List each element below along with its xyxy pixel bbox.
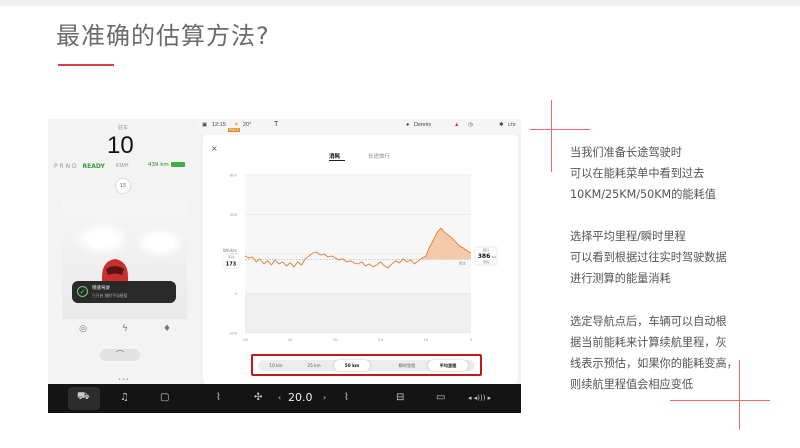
battery-icon bbox=[170, 162, 185, 167]
segment-25km[interactable]: 25 km bbox=[296, 360, 332, 371]
seat-heat-right-icon[interactable]: ⌇ bbox=[344, 392, 349, 403]
range-value: 386 bbox=[478, 253, 491, 260]
energy-dialog: × 消耗 长途旅行 600 400 200 0 -200 -50 40 30 20 10 0 Wh/k… bbox=[203, 135, 518, 384]
text-line: 可以看到根据过往实时驾驶数据 bbox=[570, 251, 727, 264]
deco-line bbox=[551, 100, 552, 172]
lock-icon[interactable]: ▣ bbox=[202, 122, 207, 128]
air-quality-badge: PM2.5 bbox=[228, 128, 241, 132]
tesla-logo-icon: T bbox=[274, 121, 279, 128]
microphone-icon[interactable]: ♦ bbox=[162, 324, 172, 334]
text-line: 选定导航点后，车辆可以自动根 bbox=[570, 315, 727, 328]
avg-value: 173 bbox=[226, 261, 237, 267]
volume-control[interactable]: ◂ ◂))) ▸ bbox=[468, 394, 491, 402]
close-button[interactable]: × bbox=[211, 144, 218, 153]
range-selector: 10 km 25 km 50 km 瞬时里程 平均里程 bbox=[258, 360, 475, 371]
defrost-icon[interactable]: ⊟ bbox=[396, 392, 404, 403]
tire-icon[interactable]: ◎ bbox=[78, 324, 88, 334]
title-underline bbox=[58, 64, 114, 66]
clock-time: 12:15 bbox=[212, 122, 226, 128]
toast-body: 已开启 随时手动接管 bbox=[92, 293, 128, 298]
x-tick-label: 10 bbox=[423, 337, 428, 342]
seat-heat-icon[interactable]: ⌇ bbox=[216, 392, 221, 403]
park-label: 驻车 bbox=[118, 125, 129, 131]
text-line: 线表示预估，如果你的能耗变高， bbox=[570, 357, 738, 370]
avg-label: 平均 bbox=[228, 254, 235, 259]
y-axis-label: Wh/km bbox=[223, 248, 237, 253]
deco-line bbox=[530, 129, 590, 130]
user-icon[interactable]: ● bbox=[406, 122, 409, 128]
alarm-icon[interactable]: ◷ bbox=[468, 122, 473, 128]
top-divider bbox=[0, 0, 800, 6]
bluetooth-icon[interactable]: ✱ bbox=[499, 122, 504, 128]
app-icon[interactable]: ▢ bbox=[160, 392, 169, 403]
temp-left-arrow[interactable]: ‹ bbox=[278, 393, 281, 402]
battery-range: 439 km bbox=[148, 162, 169, 168]
gear-selector: P R N D READY bbox=[54, 163, 105, 170]
warning-icon[interactable]: ▲ bbox=[454, 122, 459, 128]
tab-trip[interactable]: 长途旅行 bbox=[368, 152, 390, 160]
speed-limit-badge: 15 bbox=[115, 178, 131, 194]
y-tick-label: 0 bbox=[235, 291, 238, 296]
baseline-label: 额定 bbox=[459, 260, 467, 265]
consumption-chart: 6004002000-200-50 40 30 20 10 0Wh/km额定平均173预计… bbox=[222, 173, 498, 342]
text-line: 则续航里程值会相应变低 bbox=[570, 378, 694, 391]
y-tick-label: 400 bbox=[230, 212, 238, 217]
gear-letters: P R N D bbox=[54, 163, 77, 170]
x-tick-label: 0 bbox=[470, 337, 473, 342]
paragraph-2: 选择平均里程/瞬时里程 可以看到根据过往实时驾驶数据 进行测算的能量消耗 bbox=[570, 226, 727, 289]
ready-indicator: READY bbox=[82, 163, 105, 170]
text-line: 进行测算的能量消耗 bbox=[570, 272, 671, 285]
y-tick-label: -200 bbox=[228, 331, 237, 336]
battery-indicator: 439 km bbox=[148, 162, 194, 170]
x-tick-label: 30 bbox=[333, 337, 338, 342]
rear-defrost-icon[interactable]: ▭ bbox=[436, 392, 445, 403]
car-icon[interactable]: ⛟ bbox=[77, 391, 90, 404]
x-tick-label: 20 bbox=[378, 337, 383, 342]
outside-temperature: 20° bbox=[243, 122, 252, 128]
text-line: 10KM/25KM/50KM的能耗值 bbox=[570, 188, 716, 201]
segment-10km[interactable]: 10 km bbox=[258, 360, 294, 371]
text-line: 可以在能耗菜单中看到过去 bbox=[570, 167, 705, 180]
autopilot-toast: ✓ 稍速驾驶 已开启 随时手动接管 bbox=[72, 281, 176, 303]
car-panel: 驻车 10 P R N D READY KM/H 439 km 15 ✓ 稍速驾… bbox=[48, 119, 198, 384]
music-icon[interactable]: ♫ bbox=[120, 392, 129, 403]
segment-50km[interactable]: 50 km bbox=[334, 360, 370, 371]
deco-line bbox=[739, 360, 740, 430]
text-line: 当我们准备长途驾驶时 bbox=[570, 146, 682, 159]
status-bar: ▣ 12:15 ☀ 20° PM2.5 T ● Dennis ▲ ◷ ✱ LTE bbox=[198, 119, 521, 135]
segment-average[interactable]: 平均里程 bbox=[428, 360, 468, 371]
paragraph-3: 选定导航点后，车辆可以自动根 据当前能耗来计算续航里程，灰 线表示预估，如果你的… bbox=[570, 311, 738, 395]
range-unit: km bbox=[492, 255, 497, 259]
y-tick-label: 600 bbox=[230, 173, 238, 178]
taskbar: ⛟ ♫ ▢ ⌇ ✣ ‹ 20.0 › ⌇ ⊟ ▭ ◂ ◂))) ▸ bbox=[48, 384, 521, 413]
check-icon: ✓ bbox=[77, 286, 88, 297]
page-dots: ••• bbox=[118, 377, 130, 383]
temp-right-arrow[interactable]: › bbox=[323, 393, 326, 402]
segment-instant[interactable]: 瞬时里程 bbox=[388, 360, 426, 371]
wiper-button[interactable]: ⌒ bbox=[100, 349, 140, 361]
headlight-glow bbox=[134, 227, 186, 259]
tab-consumption[interactable]: 消耗 bbox=[329, 152, 340, 160]
fan-icon[interactable]: ✣ bbox=[254, 392, 262, 403]
toast-title: 稍速驾驶 bbox=[92, 286, 110, 291]
speed-value: 10 bbox=[107, 132, 134, 159]
lte-label: LTE bbox=[508, 122, 516, 127]
x-tick-label: 40 bbox=[288, 337, 293, 342]
text-line: 选择平均里程/瞬时里程 bbox=[570, 230, 686, 243]
text-line: 据当前能耗来计算续航里程，灰 bbox=[570, 336, 727, 349]
user-name[interactable]: Dennis bbox=[414, 122, 431, 128]
tab-underline bbox=[329, 160, 345, 161]
range-selector-frame: 10 km 25 km 50 km 瞬时里程 平均里程 bbox=[251, 354, 482, 376]
deco-line bbox=[670, 400, 770, 401]
paragraph-1: 当我们准备长途驾驶时 可以在能耗菜单中看到过去 10KM/25KM/50KM的能… bbox=[570, 142, 716, 205]
page-title: 最准确的估算方法? bbox=[56, 22, 270, 50]
car-screen: 驻车 10 P R N D READY KM/H 439 km 15 ✓ 稍速驾… bbox=[48, 119, 521, 413]
x-tick-label: -50 bbox=[242, 337, 249, 342]
range-tag: 里程 bbox=[483, 259, 489, 264]
speed-unit: KM/H bbox=[116, 163, 129, 169]
lightning-icon[interactable]: ϟ bbox=[120, 324, 130, 334]
range-label: 预计 bbox=[483, 248, 490, 253]
negative-region bbox=[245, 293, 471, 333]
cabin-temperature: 20.0 bbox=[288, 391, 313, 404]
